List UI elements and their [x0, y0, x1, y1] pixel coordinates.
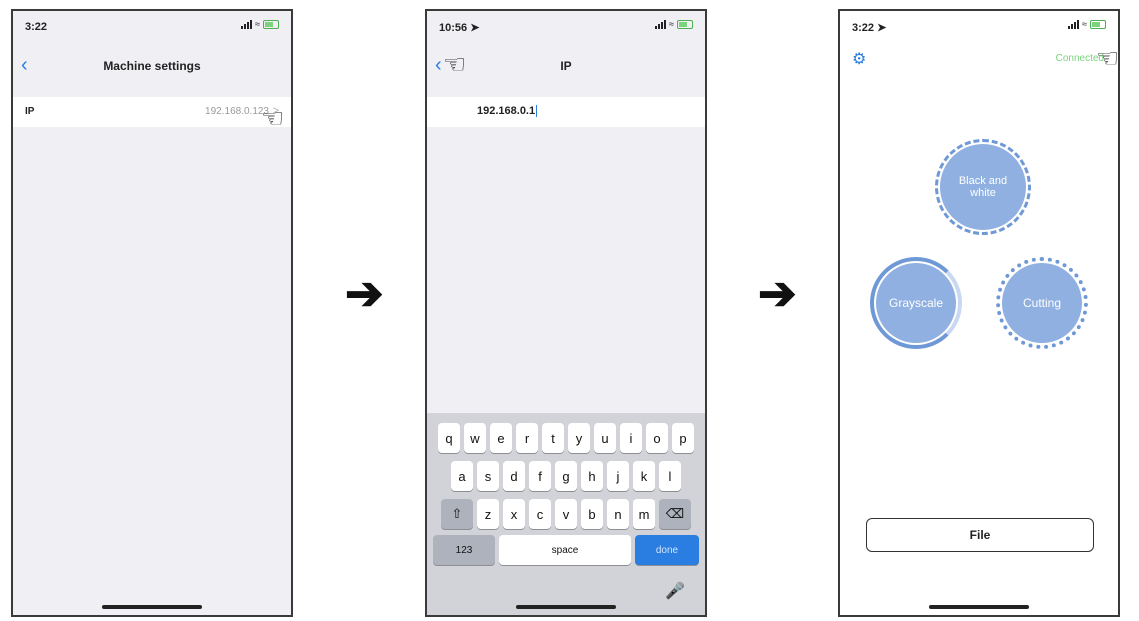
page-title: Machine settings	[103, 59, 201, 73]
key-g[interactable]: g	[555, 461, 577, 491]
nav-bar: ‹ IP	[427, 41, 705, 91]
key-e[interactable]: e	[490, 423, 512, 453]
pointing-hand-icon: ☜	[1096, 43, 1120, 73]
key-w[interactable]: w	[464, 423, 486, 453]
cutting-mode-button[interactable]: Cutting	[1002, 263, 1082, 343]
status-time-value: 3:22	[852, 22, 875, 34]
status-time: 3:22	[25, 21, 48, 33]
signal-icon	[1068, 20, 1080, 29]
microphone-icon[interactable]: 🎤	[665, 581, 685, 601]
phone-machine-settings: 3:22 ≈ ‹ Machine settings IP 192.168.0.1…	[11, 9, 293, 617]
space-key[interactable]: space	[499, 535, 631, 565]
key-m[interactable]: m	[633, 499, 655, 529]
key-u[interactable]: u	[594, 423, 616, 453]
ip-setting-row[interactable]: IP 192.168.0.123 >	[13, 97, 291, 127]
wifi-icon: ≈	[1082, 19, 1087, 29]
keyboard-row-2: asdfghjkl	[427, 461, 705, 491]
phone-mode-select: 3:22 ➤ ≈ ⚙ Connected ☜ Black and white G…	[838, 9, 1120, 617]
key-b[interactable]: b	[581, 499, 603, 529]
pointing-hand-icon: ☜	[261, 103, 285, 133]
key-h[interactable]: h	[581, 461, 603, 491]
nav-bar: ‹ Machine settings	[13, 41, 291, 91]
ip-input[interactable]: 192.168.0.1	[477, 105, 538, 118]
home-indicator	[929, 605, 1029, 609]
key-a[interactable]: a	[451, 461, 473, 491]
battery-icon	[1090, 20, 1106, 29]
keyboard-row-1: qwertyuiop	[427, 423, 705, 453]
arrow-right-icon: ➔	[345, 267, 384, 319]
key-z[interactable]: z	[477, 499, 499, 529]
home-indicator	[102, 605, 202, 609]
battery-icon	[677, 20, 693, 29]
phone-ip-edit: 10:56 ➤ ≈ ‹ IP ☜ 192.168.0.1 qwertyuiop …	[425, 9, 707, 617]
keyboard-row-3: ⇧ z x c v b n m ⌫	[427, 499, 705, 529]
status-icons: ≈	[241, 20, 279, 29]
signal-icon	[241, 20, 253, 29]
key-c[interactable]: c	[529, 499, 551, 529]
file-button[interactable]: File	[866, 518, 1094, 552]
status-bar: 3:22 ≈	[13, 11, 291, 41]
wifi-icon: ≈	[669, 19, 674, 29]
black-white-mode-button[interactable]: Black and white	[940, 144, 1026, 230]
text-cursor	[536, 105, 538, 118]
key-k[interactable]: k	[633, 461, 655, 491]
key-f[interactable]: f	[529, 461, 551, 491]
key-n[interactable]: n	[607, 499, 629, 529]
wifi-icon: ≈	[255, 19, 260, 29]
signal-icon	[655, 20, 667, 29]
key-y[interactable]: y	[568, 423, 590, 453]
key-v[interactable]: v	[555, 499, 577, 529]
arrow-right-icon: ➔	[758, 267, 797, 319]
ip-value: 192.168.0.123	[205, 106, 269, 117]
location-icon: ➤	[877, 22, 887, 34]
key-o[interactable]: o	[646, 423, 668, 453]
key-l[interactable]: l	[659, 461, 681, 491]
keyboard-row-4: 123 space done	[427, 535, 705, 565]
key-j[interactable]: j	[607, 461, 629, 491]
status-bar: 10:56 ➤ ≈	[427, 11, 705, 41]
status-time-value: 10:56	[439, 22, 468, 34]
ip-input-value: 192.168.0.1	[477, 105, 536, 117]
key-d[interactable]: d	[503, 461, 525, 491]
key-i[interactable]: i	[620, 423, 642, 453]
keyboard: qwertyuiop asdfghjkl ⇧ z x c v b n m ⌫ 123 space…	[427, 413, 705, 615]
status-icons: ≈	[1068, 20, 1106, 29]
backspace-key[interactable]: ⌫	[659, 499, 691, 529]
key-r[interactable]: r	[516, 423, 538, 453]
numbers-key[interactable]: 123	[433, 535, 495, 565]
page-title: IP	[560, 59, 572, 73]
location-icon: ➤	[470, 22, 480, 34]
key-p[interactable]: p	[672, 423, 694, 453]
gear-icon[interactable]: ⚙	[852, 49, 866, 69]
status-bar: 3:22 ➤ ≈	[840, 11, 1118, 41]
pointing-hand-icon: ☜	[443, 49, 467, 79]
key-t[interactable]: t	[542, 423, 564, 453]
status-time: 3:22 ➤	[852, 21, 886, 34]
done-key[interactable]: done	[635, 535, 699, 565]
ip-input-row[interactable]: 192.168.0.1	[427, 97, 705, 127]
key-s[interactable]: s	[477, 461, 499, 491]
battery-icon	[263, 20, 279, 29]
status-icons: ≈	[655, 20, 693, 29]
shift-key[interactable]: ⇧	[441, 499, 473, 529]
key-x[interactable]: x	[503, 499, 525, 529]
key-q[interactable]: q	[438, 423, 460, 453]
ip-label: IP	[25, 106, 35, 117]
home-indicator	[516, 605, 616, 609]
status-time: 10:56 ➤	[439, 21, 479, 34]
grayscale-mode-button[interactable]: Grayscale	[876, 263, 956, 343]
